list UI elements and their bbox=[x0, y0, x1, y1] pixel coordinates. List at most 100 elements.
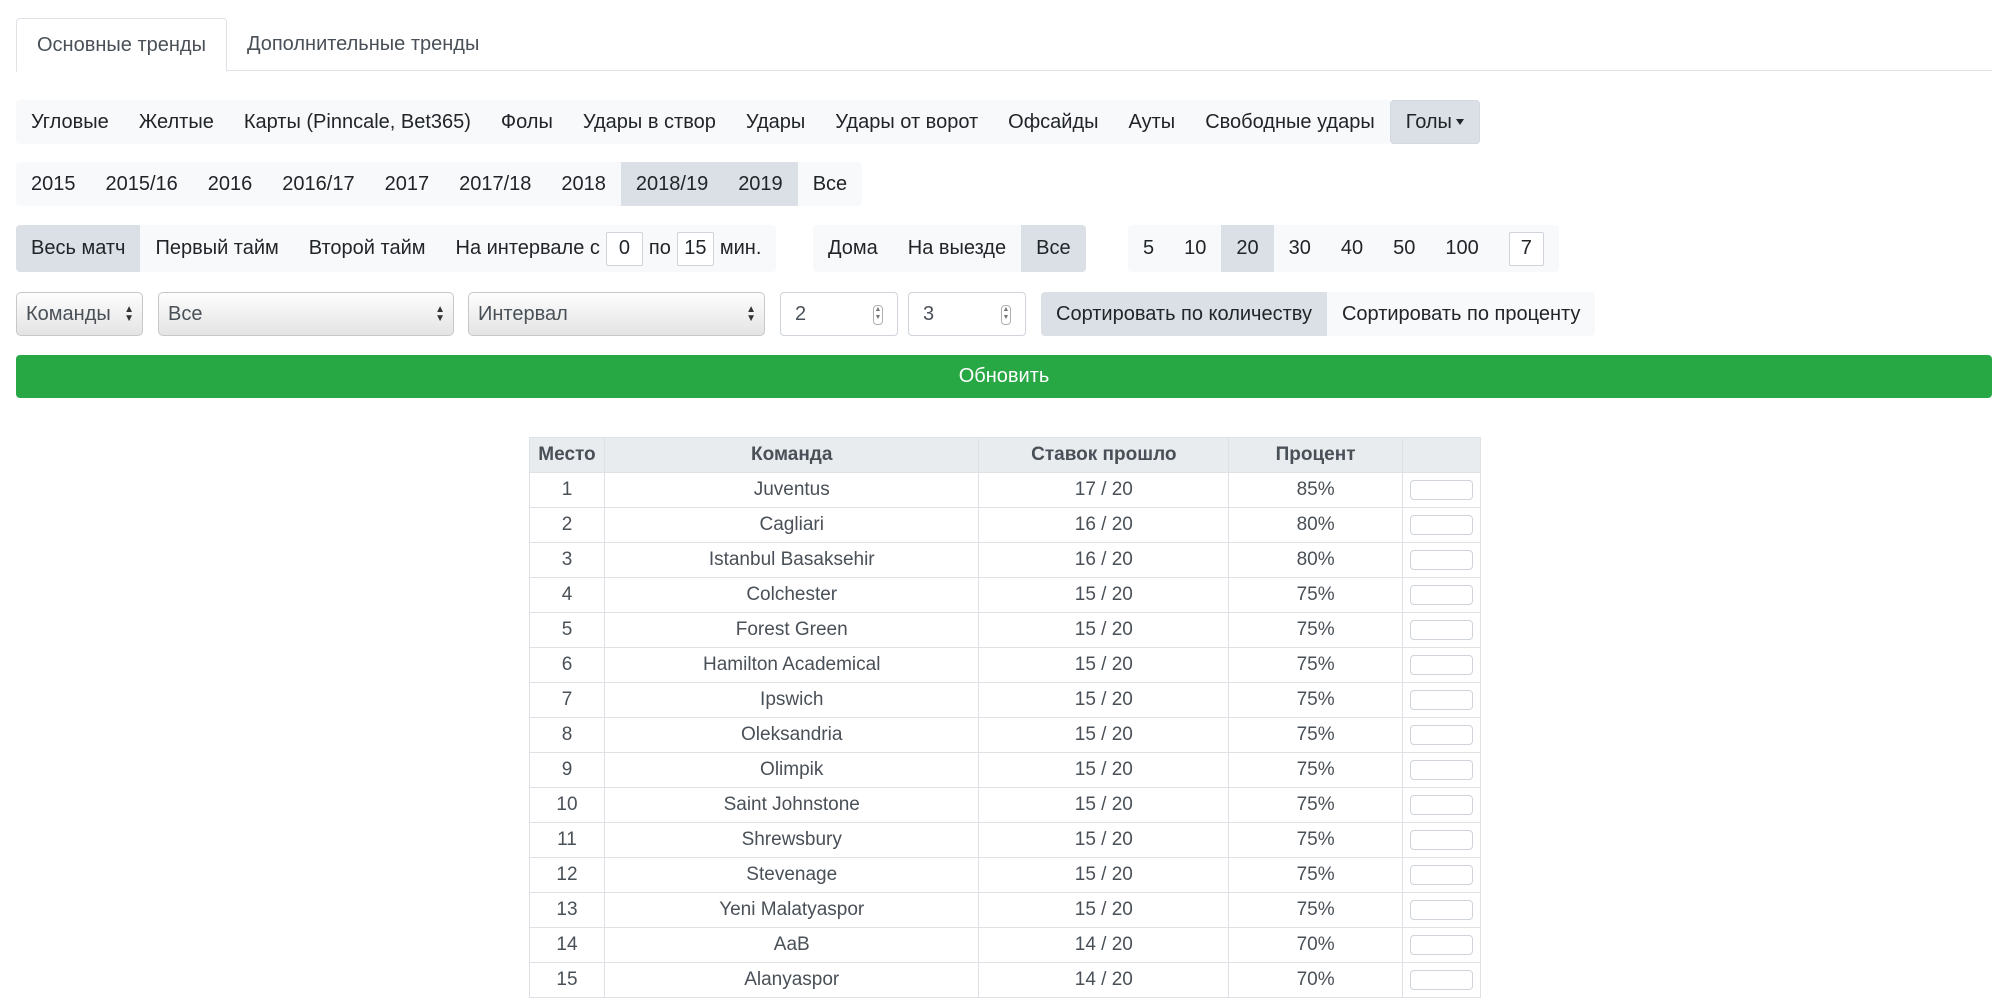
col-team: Команда bbox=[603, 437, 980, 473]
row-team: Oleksandria bbox=[603, 717, 980, 753]
period-second-half[interactable]: Второй тайм bbox=[293, 225, 441, 272]
venue-home[interactable]: Дома bbox=[813, 225, 893, 272]
row-place: 2 bbox=[529, 507, 605, 543]
season-2017-18[interactable]: 2017/18 bbox=[444, 162, 547, 206]
interval-from-input[interactable]: 0 bbox=[605, 231, 643, 266]
row-action-button[interactable] bbox=[1410, 794, 1473, 815]
category-goal-kicks[interactable]: Удары от ворот bbox=[820, 100, 994, 144]
venue-all[interactable]: Все bbox=[1021, 225, 1086, 272]
category-yellow[interactable]: Желтые bbox=[123, 100, 229, 144]
row-team: Istanbul Basaksehir bbox=[603, 542, 980, 578]
col-bets-passed: Ставок прошло bbox=[978, 437, 1230, 473]
table-row: 13 Yeni Malatyaspor 15 / 20 75% bbox=[529, 892, 1481, 928]
row-action-button[interactable] bbox=[1410, 864, 1473, 885]
category-free-kicks[interactable]: Свободные удары bbox=[1190, 100, 1390, 144]
season-2015-16[interactable]: 2015/16 bbox=[90, 162, 193, 206]
interval-mid: по bbox=[648, 237, 671, 259]
category-offsides[interactable]: Офсайды bbox=[993, 100, 1114, 144]
custom-count-wrapper: 7 bbox=[1493, 225, 1559, 272]
season-2019[interactable]: 2019 bbox=[723, 162, 798, 206]
sort-group: Сортировать по количеству Сортировать по… bbox=[1041, 292, 1596, 336]
category-cards[interactable]: Карты (Pinncale, Bet365) bbox=[228, 100, 486, 144]
interval-select[interactable]: Интервал ▲ ▼ bbox=[468, 292, 765, 336]
season-2016-17[interactable]: 2016/17 bbox=[267, 162, 370, 206]
row-percent: 75% bbox=[1228, 577, 1403, 613]
category-goals-dropdown[interactable]: Голы bbox=[1389, 100, 1480, 144]
row-action-button[interactable] bbox=[1410, 479, 1473, 500]
season-2018-19[interactable]: 2018/19 bbox=[620, 162, 724, 206]
count-20[interactable]: 20 bbox=[1221, 225, 1274, 272]
row-action-button[interactable] bbox=[1410, 689, 1473, 710]
row-action-button[interactable] bbox=[1410, 584, 1473, 605]
row-action-button[interactable] bbox=[1410, 899, 1473, 920]
max-value-input[interactable]: 3 ▲ ▼ bbox=[908, 292, 1026, 336]
row-action-button[interactable] bbox=[1410, 619, 1473, 640]
row-percent: 75% bbox=[1228, 892, 1403, 928]
row-team: Yeni Malatyaspor bbox=[603, 892, 980, 928]
col-place: Место bbox=[529, 437, 605, 473]
row-action-button[interactable] bbox=[1410, 934, 1473, 955]
row-bets-passed: 17 / 20 bbox=[978, 472, 1230, 508]
category-shots-on-target[interactable]: Удары в створ bbox=[567, 100, 731, 144]
row-action-button[interactable] bbox=[1410, 829, 1473, 850]
spinner-icon[interactable]: ▲ ▼ bbox=[873, 305, 883, 325]
period-first-half[interactable]: Первый тайм bbox=[140, 225, 294, 272]
row-percent: 80% bbox=[1228, 542, 1403, 578]
count-50[interactable]: 50 bbox=[1378, 225, 1431, 272]
table-row: 15 Alanyaspor 14 / 20 70% bbox=[529, 962, 1481, 998]
sort-by-percent-button[interactable]: Сортировать по проценту bbox=[1326, 292, 1596, 336]
row-team: Hamilton Academical bbox=[603, 647, 980, 683]
row-action-button[interactable] bbox=[1410, 654, 1473, 675]
count-40[interactable]: 40 bbox=[1325, 225, 1379, 272]
row-bets-passed: 15 / 20 bbox=[978, 787, 1230, 823]
row-percent: 75% bbox=[1228, 612, 1403, 648]
row-place: 10 bbox=[529, 787, 605, 823]
custom-count-input[interactable]: 7 bbox=[1508, 231, 1544, 266]
row-percent: 75% bbox=[1228, 682, 1403, 718]
table-row: 7 Ipswich 15 / 20 75% bbox=[529, 682, 1481, 718]
row-percent: 80% bbox=[1228, 507, 1403, 543]
table-row: 2 Cagliari 16 / 20 80% bbox=[529, 507, 1481, 543]
season-2018[interactable]: 2018 bbox=[546, 162, 621, 206]
season-2015[interactable]: 2015 bbox=[16, 162, 91, 206]
update-button[interactable]: Обновить bbox=[16, 355, 1992, 398]
min-value-input[interactable]: 2 ▲ ▼ bbox=[780, 292, 898, 336]
category-throw-ins[interactable]: Ауты bbox=[1113, 100, 1191, 144]
period-interval[interactable]: На интервале с 0 по 15 мин. bbox=[440, 225, 777, 272]
season-2017[interactable]: 2017 bbox=[369, 162, 445, 206]
row-place: 14 bbox=[529, 927, 605, 963]
season-all[interactable]: Все bbox=[797, 162, 863, 206]
interval-to-input[interactable]: 15 bbox=[676, 231, 714, 266]
tab-main-trends[interactable]: Основные тренды bbox=[16, 18, 227, 72]
category-fouls[interactable]: Фолы bbox=[485, 100, 568, 144]
table-row: 3 Istanbul Basaksehir 16 / 20 80% bbox=[529, 542, 1481, 578]
row-action-button[interactable] bbox=[1410, 969, 1473, 990]
category-corners[interactable]: Угловые bbox=[16, 100, 124, 144]
row-bets-passed: 14 / 20 bbox=[978, 927, 1230, 963]
teams-select[interactable]: Команды ▲ ▼ bbox=[16, 292, 143, 336]
venue-away[interactable]: На выезде bbox=[892, 225, 1022, 272]
count-5[interactable]: 5 bbox=[1128, 225, 1170, 272]
table-row: 1 Juventus 17 / 20 85% bbox=[529, 472, 1481, 508]
count-10[interactable]: 10 bbox=[1169, 225, 1222, 272]
spinner-icon[interactable]: ▲ ▼ bbox=[1001, 305, 1011, 325]
row-team: Forest Green bbox=[603, 612, 980, 648]
category-shots[interactable]: Удары bbox=[730, 100, 821, 144]
row-team: Juventus bbox=[603, 472, 980, 508]
sort-by-count-button[interactable]: Сортировать по количеству bbox=[1041, 292, 1327, 336]
row-action-button[interactable] bbox=[1410, 514, 1473, 535]
season-2016[interactable]: 2016 bbox=[192, 162, 268, 206]
count-100[interactable]: 100 bbox=[1430, 225, 1494, 272]
row-action-cell bbox=[1402, 892, 1481, 928]
period-full-match[interactable]: Весь матч bbox=[16, 225, 141, 272]
all-select[interactable]: Все ▲ ▼ bbox=[158, 292, 454, 336]
row-action-cell bbox=[1402, 612, 1481, 648]
row-action-button[interactable] bbox=[1410, 549, 1473, 570]
tab-extra-trends[interactable]: Дополнительные тренды bbox=[227, 18, 499, 71]
row-action-button[interactable] bbox=[1410, 759, 1473, 780]
row-team: AaB bbox=[603, 927, 980, 963]
row-team: Colchester bbox=[603, 577, 980, 613]
col-action bbox=[1402, 437, 1481, 473]
count-30[interactable]: 30 bbox=[1273, 225, 1326, 272]
row-action-button[interactable] bbox=[1410, 724, 1473, 745]
